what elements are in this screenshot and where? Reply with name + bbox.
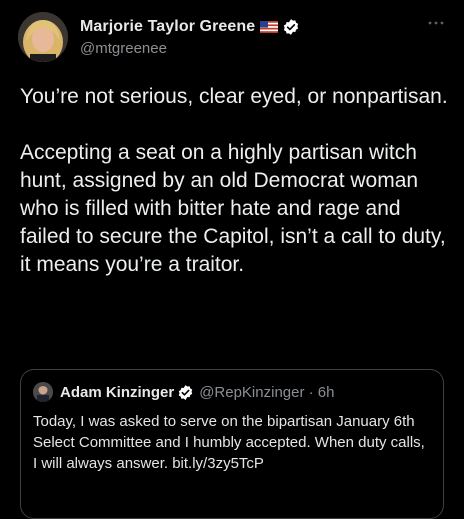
author-block: Marjorie Taylor Greene @mtgreenee <box>80 17 300 57</box>
quoted-tweet-header: Adam Kinzinger @RepKinzinger · 6h <box>33 382 334 402</box>
author-handle[interactable]: @mtgreenee <box>80 40 300 57</box>
quoted-author-handle-time: @RepKinzinger · 6h <box>199 383 335 401</box>
quoted-tweet[interactable]: Adam Kinzinger @RepKinzinger · 6h Today,… <box>20 369 444 519</box>
tweet-body: You’re not serious, clear eyed, or nonpa… <box>20 83 452 279</box>
quoted-tweet-text: Today, I was asked to serve on the bipar… <box>33 413 425 472</box>
author-name-line: Marjorie Taylor Greene <box>80 17 300 37</box>
tweet-paragraph-1: You’re not serious, clear eyed, or nonpa… <box>20 85 448 108</box>
author-avatar[interactable] <box>18 12 68 62</box>
verified-badge-icon <box>178 384 193 400</box>
us-flag-icon <box>260 21 279 33</box>
quoted-avatar-image <box>33 382 53 402</box>
quoted-author-name[interactable]: Adam Kinzinger <box>60 384 174 401</box>
more-options-icon[interactable] <box>426 18 446 28</box>
quoted-author-avatar[interactable] <box>33 382 53 402</box>
tweet-paragraph-2: Accepting a seat on a highly partisan wi… <box>20 141 446 276</box>
avatar-image <box>18 12 68 62</box>
author-display-name[interactable]: Marjorie Taylor Greene <box>80 18 255 36</box>
verified-badge-icon <box>284 19 299 35</box>
tweet-card: Marjorie Taylor Greene @mtgreenee You’re… <box>0 0 464 519</box>
